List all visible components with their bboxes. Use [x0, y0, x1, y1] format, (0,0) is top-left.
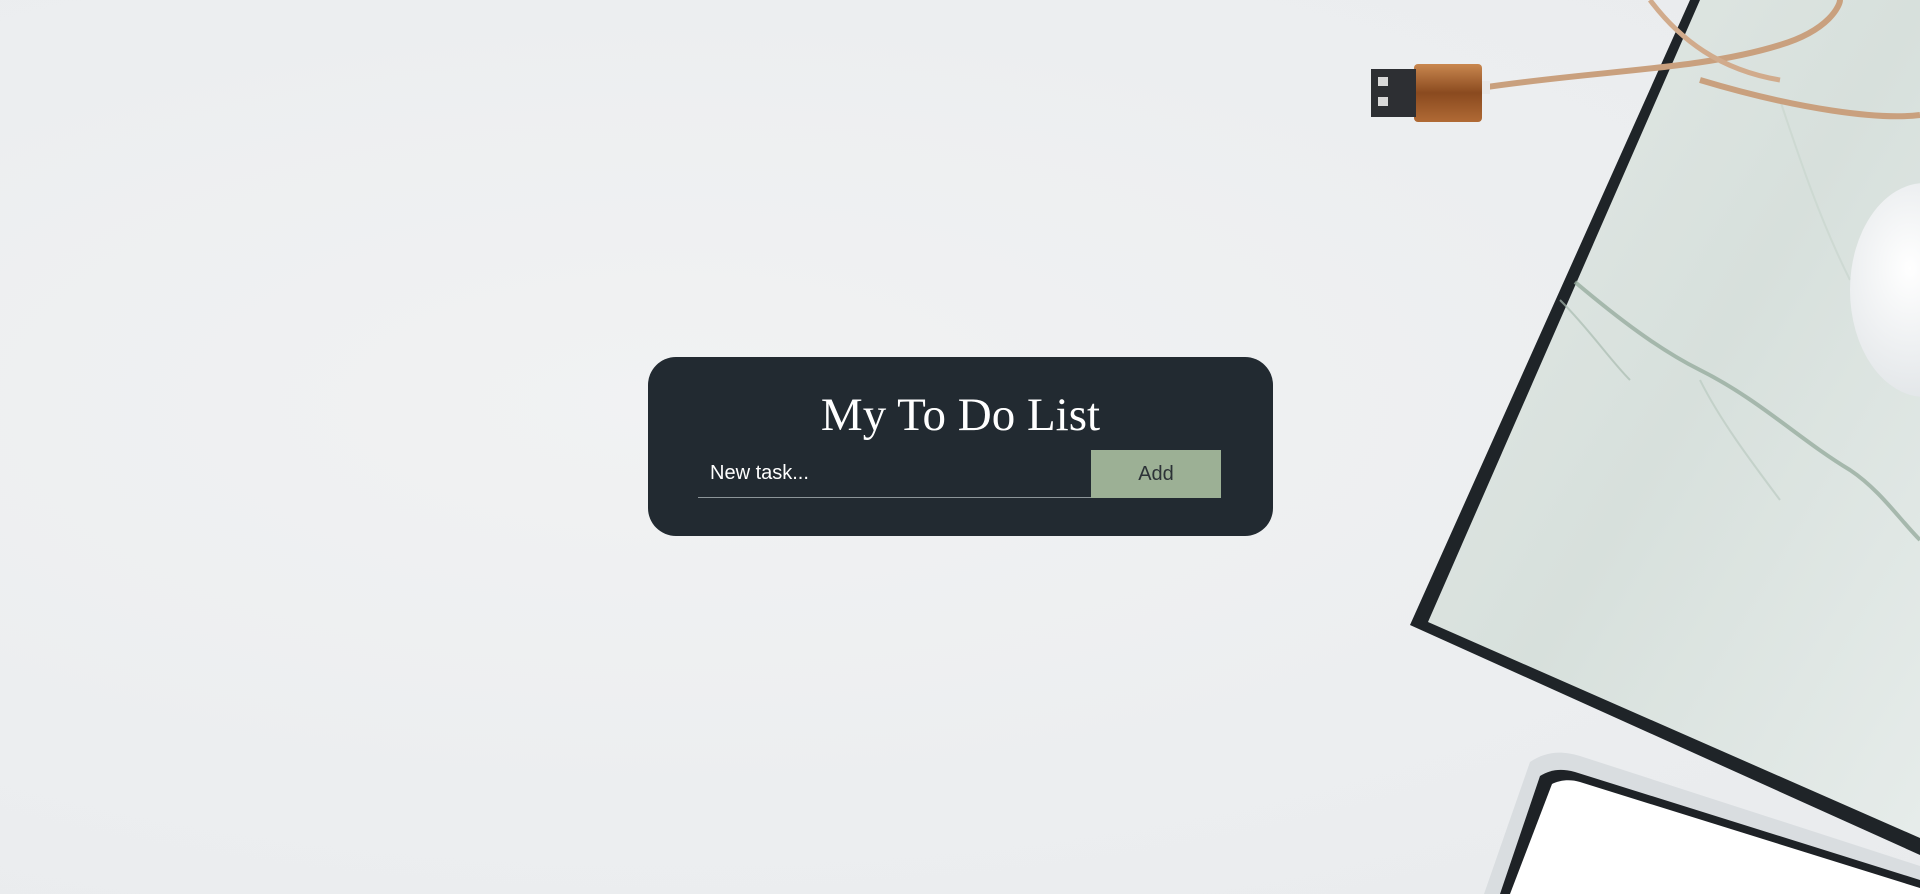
new-task-input[interactable] [698, 450, 1091, 498]
marble-mousepad-icon [1410, 0, 1920, 855]
todo-card: My To Do List Add [648, 357, 1273, 536]
page-title: My To Do List [820, 389, 1101, 441]
new-task-row: Add [698, 450, 1221, 498]
add-button[interactable]: Add [1091, 450, 1221, 498]
